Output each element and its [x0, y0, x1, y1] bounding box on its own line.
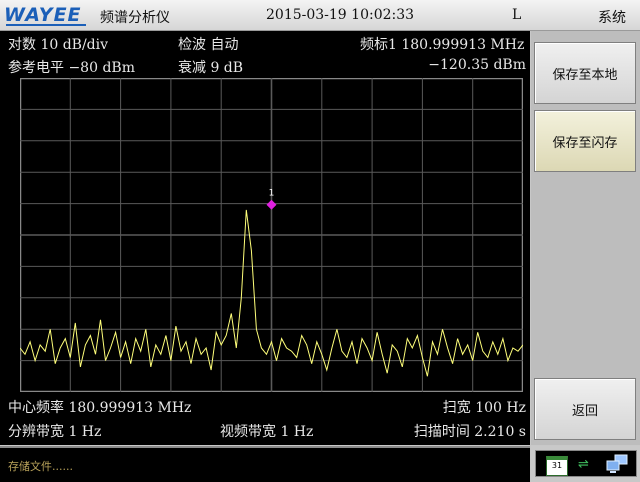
- status-bar: 存储文件......: [0, 446, 530, 482]
- save-to-local-button[interactable]: 保存至本地: [534, 42, 636, 104]
- scale-readout: 对数 10 dB/div: [8, 37, 109, 53]
- spectrum-display: 对数 10 dB/div 检波 自动 频标1 180.999913 MHz 参考…: [0, 31, 530, 445]
- sweep-time-readout: 扫描时间 2.210 s: [413, 424, 526, 440]
- status-message: 存储文件......: [8, 460, 73, 473]
- system-tray: 31 ⇌: [531, 446, 640, 480]
- softkey-panel: 保存至本地 保存至闪存 返回: [531, 31, 640, 445]
- span-readout: 扫宽 100 Hz: [442, 400, 526, 416]
- attenuation-readout: 衰减 9 dB: [178, 60, 244, 76]
- save-to-flash-button[interactable]: 保存至闪存: [534, 110, 636, 172]
- back-button[interactable]: 返回: [534, 378, 636, 440]
- system-menu-button[interactable]: 系统: [598, 7, 626, 27]
- logo-underline: [6, 24, 86, 26]
- title-bar: WAYEE 频谱分析仪 2015-03-19 10:02:33 L 系统: [0, 0, 640, 31]
- app-title: 频谱分析仪: [100, 10, 170, 26]
- marker-level-readout: −120.35 dBm: [428, 57, 526, 73]
- rbw-readout: 分辨带宽 1 Hz: [8, 424, 102, 440]
- vbw-readout: 视频带宽 1 Hz: [220, 424, 314, 440]
- detector-readout: 检波 自动: [178, 37, 239, 53]
- tray-icons: 31 ⇌: [535, 450, 637, 477]
- marker-diamond: [266, 199, 277, 210]
- network-icon: [606, 454, 628, 473]
- brand-logo: WAYEE: [4, 4, 82, 26]
- marker-number-label: 1: [269, 189, 275, 199]
- datetime-display: 2015-03-19 10:02:33: [266, 7, 415, 23]
- center-frequency-readout: 中心频率 180.999913 MHz: [8, 400, 192, 416]
- ref-level-readout: 参考电平 −80 dBm: [8, 60, 135, 76]
- calendar-icon[interactable]: 31: [546, 456, 568, 476]
- usb-icon: ⇌: [578, 457, 589, 472]
- mode-indicator: L: [512, 7, 522, 23]
- marker-frequency-readout: 频标1 180.999913 MHz: [360, 37, 525, 53]
- spectrum-plot[interactable]: 1: [20, 78, 523, 392]
